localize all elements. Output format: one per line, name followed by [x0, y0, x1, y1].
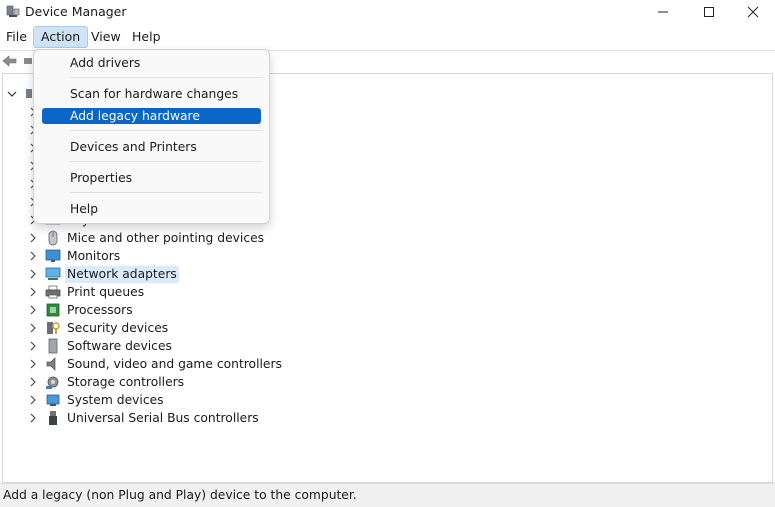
tree-row-network-adapters[interactable]: Network adapters [3, 265, 179, 283]
chevron-right-icon[interactable] [25, 356, 41, 372]
tree-row-usb-controllers[interactable]: Universal Serial Bus controllers [3, 409, 261, 427]
tree-row-storage-controllers[interactable]: Storage controllers [3, 373, 186, 391]
menu-item-scan-hardware[interactable]: Scan for hardware changes [42, 86, 261, 102]
back-arrow-icon[interactable] [2, 54, 18, 71]
software-device-icon [45, 338, 61, 354]
tree-row-mice[interactable]: Mice and other pointing devices [3, 229, 266, 247]
chevron-right-icon[interactable] [25, 230, 41, 246]
speaker-icon [45, 356, 61, 372]
action-menu-popup: Add drivers Scan for hardware changes Ad… [33, 49, 270, 224]
mouse-icon [45, 230, 61, 246]
security-device-icon [45, 320, 61, 336]
title-bar: Device Manager [0, 0, 775, 24]
tree-row-label: Storage controllers [67, 374, 185, 389]
tree-row-security-devices[interactable]: Security devices [3, 319, 170, 337]
tree-row-system-devices[interactable]: System devices [3, 391, 166, 409]
chevron-right-icon[interactable] [25, 320, 41, 336]
processor-icon [45, 302, 61, 318]
menu-action[interactable]: Action [33, 26, 89, 48]
menu-separator [70, 130, 262, 131]
printer-icon [45, 284, 61, 300]
status-bar: Add a legacy (non Plug and Play) device … [0, 483, 775, 507]
chevron-right-icon[interactable] [25, 266, 41, 282]
minimize-button[interactable] [640, 0, 686, 24]
menu-view[interactable]: View [85, 26, 127, 48]
tree-row-label: Print queues [67, 284, 145, 299]
chevron-right-icon[interactable] [25, 392, 41, 408]
menu-separator [70, 192, 262, 193]
menu-item-add-legacy-hardware[interactable]: Add legacy hardware [42, 108, 261, 124]
window-title: Device Manager [25, 4, 127, 19]
menu-item-properties[interactable]: Properties [42, 170, 261, 186]
tree-row-label: Processors [67, 302, 133, 317]
close-button[interactable] [730, 0, 775, 24]
tree-row-label: Security devices [67, 320, 169, 335]
status-text: Add a legacy (non Plug and Play) device … [3, 488, 357, 502]
tree-row-monitors[interactable]: Monitors [3, 247, 122, 265]
chevron-right-icon[interactable] [25, 248, 41, 264]
menu-help[interactable]: Help [126, 26, 167, 48]
tree-row-label: System devices [67, 392, 164, 407]
chevron-right-icon[interactable] [25, 284, 41, 300]
tree-row-label: Software devices [67, 338, 172, 353]
maximize-button[interactable] [686, 0, 732, 24]
toolbar-icon[interactable] [24, 58, 32, 64]
tree-row-processors[interactable]: Processors [3, 301, 135, 319]
tree-row-label: Network adapters [65, 265, 179, 283]
monitor-icon [45, 248, 61, 264]
network-adapter-icon [45, 266, 61, 282]
tree-row-label: Monitors [67, 248, 121, 263]
chevron-down-icon[interactable] [5, 87, 19, 104]
chevron-right-icon[interactable] [25, 410, 41, 426]
menu-item-add-drivers[interactable]: Add drivers [42, 55, 261, 71]
chevron-right-icon[interactable] [25, 374, 41, 390]
menu-item-help[interactable]: Help [42, 201, 261, 217]
menu-bar: File Action View Help [0, 26, 775, 48]
tree-row-label: Sound, video and game controllers [67, 356, 282, 371]
tree-row-software-devices[interactable]: Software devices [3, 337, 174, 355]
menu-separator [70, 77, 262, 78]
system-device-icon [45, 392, 61, 408]
menu-file[interactable]: File [0, 26, 33, 48]
menu-separator [70, 161, 262, 162]
tree-row-sound-video-game[interactable]: Sound, video and game controllers [3, 355, 284, 373]
device-manager-app-icon [6, 4, 20, 18]
storage-controller-icon [45, 374, 61, 390]
chevron-right-icon[interactable] [25, 338, 41, 354]
tree-row-label: Mice and other pointing devices [67, 230, 265, 245]
chevron-right-icon[interactable] [25, 302, 41, 318]
tree-row-label: Universal Serial Bus controllers [67, 410, 259, 425]
menu-item-devices-printers[interactable]: Devices and Printers [42, 139, 261, 155]
usb-icon [45, 410, 61, 426]
tree-row-print-queues[interactable]: Print queues [3, 283, 146, 301]
